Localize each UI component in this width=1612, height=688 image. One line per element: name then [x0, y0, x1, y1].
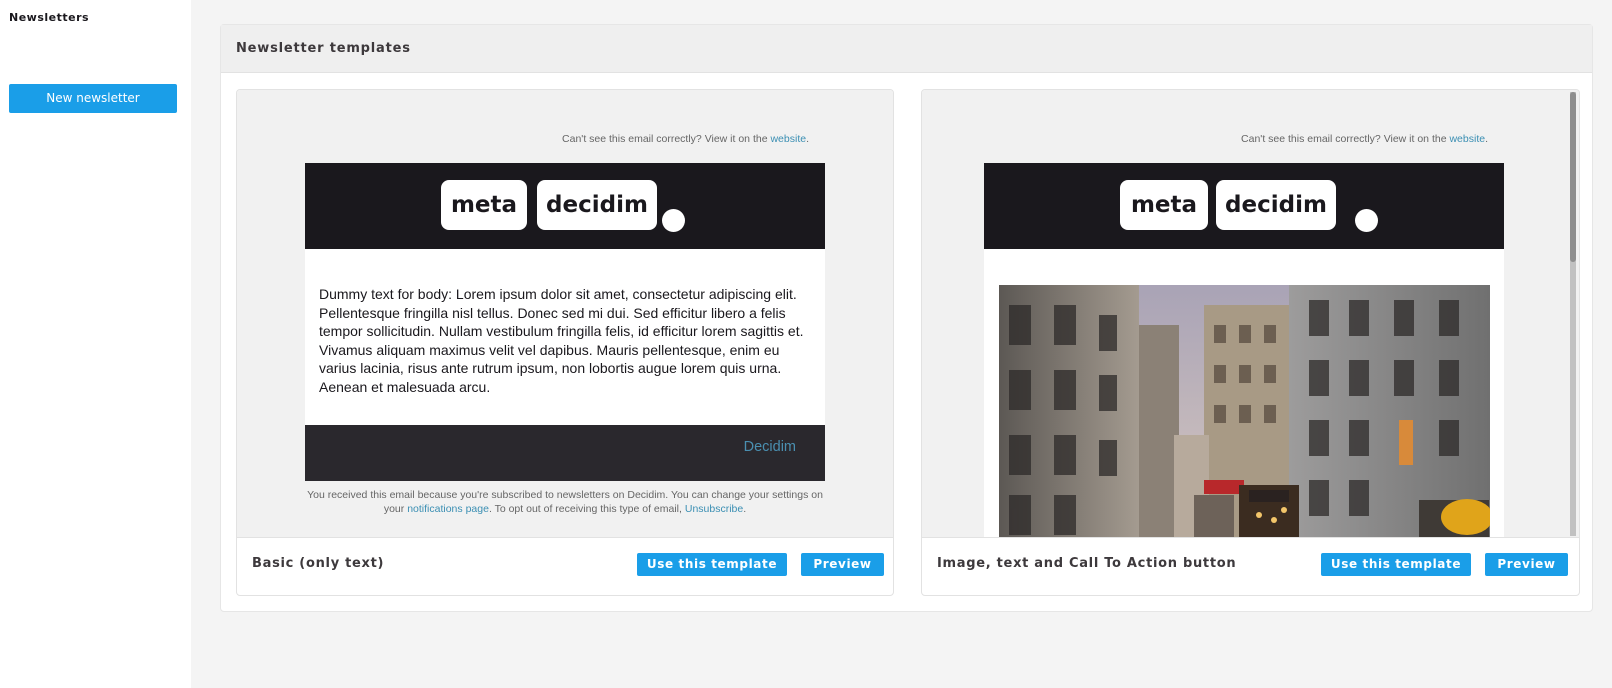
new-newsletter-button[interactable]: New newsletter: [9, 84, 177, 113]
logo-meta: meta: [1120, 180, 1208, 230]
preview-button[interactable]: Preview: [801, 553, 884, 576]
logo-decidim: decidim: [537, 180, 657, 230]
preview-scroll-track[interactable]: [1565, 90, 1579, 537]
template-footer-basic: Basic (only text) Use this template Prev…: [237, 537, 893, 595]
panel-title: Newsletter templates: [221, 25, 1592, 73]
email-bottom-note: You received this email because you're s…: [305, 488, 825, 516]
bottom-note-end: .: [743, 503, 747, 515]
logo-dot: [1355, 209, 1378, 232]
templates-panel: Newsletter templates Can't see this emai…: [220, 24, 1593, 612]
email-footer: Decidim: [305, 425, 825, 481]
website-link[interactable]: website: [1449, 133, 1485, 145]
scrollbar-thumb[interactable]: [1570, 92, 1576, 262]
street-photo: [999, 285, 1490, 537]
street-image: [999, 285, 1490, 537]
template-preview-image-cta[interactable]: Can't see this email correctly? View it …: [922, 90, 1579, 538]
logo-meta: meta: [441, 180, 527, 230]
template-preview-basic[interactable]: Can't see this email correctly? View it …: [237, 90, 893, 538]
preview-button[interactable]: Preview: [1485, 553, 1568, 576]
email-body: Dummy text for body: Lorem ipsum dolor s…: [305, 249, 825, 425]
email-header: meta decidim: [984, 163, 1504, 249]
notifications-page-link[interactable]: notifications page: [407, 503, 489, 515]
email-top-note: Can't see this email correctly? View it …: [1241, 133, 1488, 145]
template-name: Basic (only text): [252, 556, 385, 571]
template-card-basic: Can't see this email correctly? View it …: [236, 89, 894, 596]
email-header: meta decidim: [305, 163, 825, 249]
use-template-button[interactable]: Use this template: [1321, 553, 1471, 576]
sidebar: Newsletters New newsletter: [0, 0, 191, 688]
sidebar-title: Newsletters: [9, 11, 90, 24]
website-link[interactable]: website: [770, 133, 806, 145]
bottom-note-text-2: . To opt out of receiving this type of e…: [488, 503, 682, 515]
template-footer-image-cta: Image, text and Call To Action button Us…: [922, 537, 1579, 595]
template-name: Image, text and Call To Action button: [937, 556, 1237, 571]
unsubscribe-link[interactable]: Unsubscribe: [685, 503, 743, 515]
logo-decidim: decidim: [1216, 180, 1336, 230]
top-note-text: Can't see this email correctly? View it …: [1241, 133, 1447, 145]
top-note-text: Can't see this email correctly? View it …: [562, 133, 768, 145]
decidim-footer-link[interactable]: Decidim: [744, 439, 796, 455]
top-note-end: .: [1485, 133, 1488, 145]
email-top-note: Can't see this email correctly? View it …: [562, 133, 809, 145]
logo-dot: [662, 209, 685, 232]
template-card-image-cta: Can't see this email correctly? View it …: [921, 89, 1580, 596]
top-note-end: .: [806, 133, 809, 145]
use-template-button[interactable]: Use this template: [637, 553, 787, 576]
